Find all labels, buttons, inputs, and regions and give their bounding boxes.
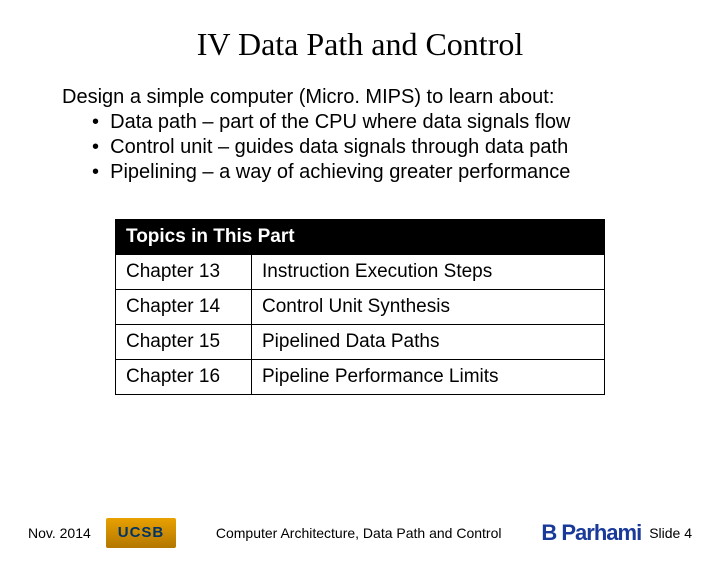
- table-row: Chapter 15 Pipelined Data Paths: [116, 325, 605, 360]
- bullet-text: Pipelining – a way of achieving greater …: [110, 161, 570, 183]
- table-row: Chapter 13 Instruction Execution Steps: [116, 255, 605, 290]
- topics-header: Topics in This Part: [116, 220, 605, 255]
- table-header-row: Topics in This Part: [116, 220, 605, 255]
- footer-center-text: Computer Architecture, Data Path and Con…: [176, 525, 541, 541]
- table-row: Chapter 14 Control Unit Synthesis: [116, 290, 605, 325]
- chapter-label: Chapter 14: [116, 290, 252, 325]
- intro-text: Design a simple computer (Micro. MIPS) t…: [62, 85, 680, 110]
- slide-title: IV Data Path and Control: [0, 26, 720, 63]
- bullet-list: • Data path – part of the CPU where data…: [92, 110, 680, 185]
- footer: Nov. 2014 UCSB Computer Architecture, Da…: [0, 518, 720, 548]
- bullet-text: Data path – part of the CPU where data s…: [110, 111, 570, 133]
- author-name: B Parhami: [541, 520, 641, 546]
- bullet-item: • Data path – part of the CPU where data…: [92, 110, 680, 135]
- bullet-item: • Pipelining – a way of achieving greate…: [92, 160, 680, 185]
- chapter-title: Pipeline Performance Limits: [252, 360, 605, 395]
- chapter-title: Instruction Execution Steps: [252, 255, 605, 290]
- chapter-label: Chapter 15: [116, 325, 252, 360]
- chapter-label: Chapter 16: [116, 360, 252, 395]
- footer-date: Nov. 2014: [28, 525, 98, 541]
- bullet-item: • Control unit – guides data signals thr…: [92, 135, 680, 160]
- slide-number: Slide 4: [649, 525, 692, 541]
- ucsb-logo: UCSB: [106, 518, 176, 548]
- bullet-text: Control unit – guides data signals throu…: [110, 136, 568, 158]
- chapter-label: Chapter 13: [116, 255, 252, 290]
- table-row: Chapter 16 Pipeline Performance Limits: [116, 360, 605, 395]
- topics-table: Topics in This Part Chapter 13 Instructi…: [115, 219, 605, 395]
- chapter-title: Control Unit Synthesis: [252, 290, 605, 325]
- chapter-title: Pipelined Data Paths: [252, 325, 605, 360]
